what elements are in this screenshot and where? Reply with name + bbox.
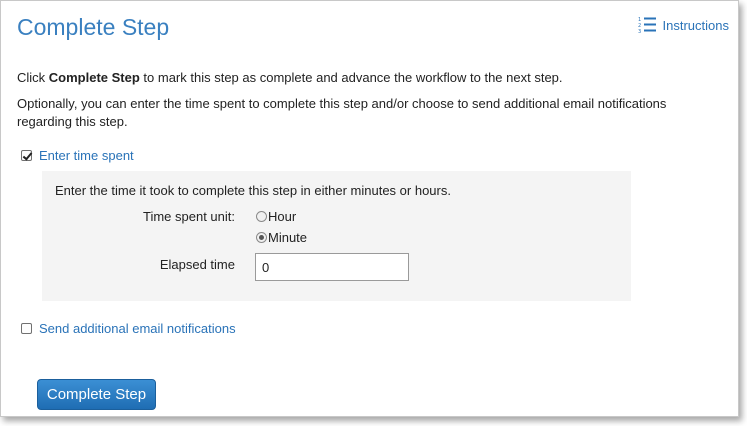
hour-radio[interactable] xyxy=(256,211,267,222)
dialog-title: Complete Step xyxy=(17,14,170,40)
hour-radio-label[interactable]: Hour xyxy=(268,209,296,224)
time-spent-unit-label: Time spent unit: xyxy=(142,209,235,224)
minute-radio-label[interactable]: Minute xyxy=(268,230,307,245)
svg-text:3: 3 xyxy=(638,29,641,35)
numbered-list-icon: 1 2 3 xyxy=(637,15,657,35)
unit-option-hour[interactable]: Hour xyxy=(256,209,296,224)
intro-line-2: Optionally, you can enter the time spent… xyxy=(17,96,667,129)
time-spent-description: Enter the time it took to complete this … xyxy=(55,183,451,198)
complete-step-button[interactable]: Complete Step xyxy=(37,379,156,410)
send-email-label[interactable]: Send additional email notifications xyxy=(39,321,236,336)
enter-time-spent-checkbox[interactable] xyxy=(21,150,32,161)
send-email-toggle[interactable]: Send additional email notifications xyxy=(21,321,236,336)
elapsed-time-input[interactable] xyxy=(255,253,409,281)
instructions-label: Instructions xyxy=(662,17,729,33)
unit-option-minute[interactable]: Minute xyxy=(256,230,307,245)
send-email-checkbox[interactable] xyxy=(21,323,32,334)
enter-time-spent-toggle[interactable]: Enter time spent xyxy=(21,148,134,163)
elapsed-time-label: Elapsed time xyxy=(159,257,235,272)
complete-step-emphasis: Complete Step xyxy=(48,70,140,85)
minute-radio[interactable] xyxy=(256,232,267,243)
instructions-link[interactable]: 1 2 3 Instructions xyxy=(637,15,729,35)
time-spent-panel: Enter the time it took to complete this … xyxy=(42,171,631,301)
enter-time-spent-label[interactable]: Enter time spent xyxy=(39,148,134,163)
complete-step-dialog: Complete Step 1 2 3 Instructions Click C… xyxy=(0,0,739,417)
intro-text: Click Complete Step to mark this step as… xyxy=(17,69,717,139)
intro-line-1: Click Complete Step to mark this step as… xyxy=(17,70,563,85)
